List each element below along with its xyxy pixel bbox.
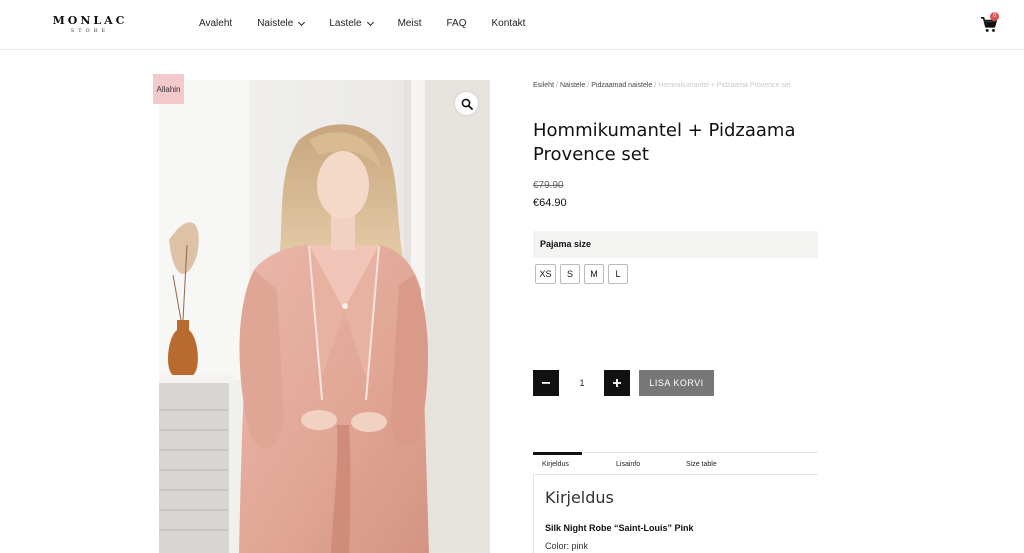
main-nav: Avaleht Naistele Lastele Meist FAQ Konta… (199, 18, 550, 29)
add-to-cart-button[interactable]: LISA KORVI (639, 370, 714, 396)
nav-item-naistele[interactable]: Naistele (257, 18, 306, 29)
sale-badge: Allahin (153, 74, 184, 104)
cart-count-badge: 0 (990, 12, 999, 21)
description-heading: Kirjeldus (545, 488, 614, 507)
nav-item-label: FAQ (446, 18, 467, 29)
chevron-down-icon (298, 18, 306, 26)
site-header: MONLAC STORE Avaleht Naistele Lastele Me… (0, 0, 1024, 50)
nav-item-label: Avaleht (199, 18, 233, 29)
nav-item-label: Meist (397, 18, 422, 29)
breadcrumb-link-pidzaamad[interactable]: Pidzaamad naistele (591, 82, 652, 89)
breadcrumb-link-naistele[interactable]: Naistele (560, 82, 585, 89)
product-image[interactable] (159, 80, 490, 553)
brand-name: MONLAC (52, 14, 128, 27)
tab-kirjeldus[interactable]: Kirjeldus (542, 461, 569, 468)
nav-item-avaleht[interactable]: Avaleht (199, 18, 232, 29)
nav-item-label: Kontakt (491, 18, 526, 29)
quantity-input[interactable] (562, 370, 602, 396)
tab-panel-border (533, 475, 534, 553)
product-photo (159, 80, 490, 553)
nav-item-label: Lastele (329, 18, 362, 29)
breadcrumb-link-home[interactable]: Esileht (533, 82, 554, 89)
quantity-increase-button[interactable] (604, 370, 630, 396)
breadcrumb: Esileht / Naistele / Pidzaamad naistele / Homm… (533, 82, 791, 89)
size-options: XS S M L (535, 264, 632, 284)
nav-item-meist[interactable]: Meist (398, 18, 422, 29)
nav-item-label: Naistele (257, 18, 294, 29)
chevron-down-icon (366, 18, 374, 26)
nav-item-kontakt[interactable]: Kontakt (492, 18, 526, 29)
nav-item-faq[interactable]: FAQ (446, 18, 466, 29)
description-color: Color: pink (545, 541, 589, 551)
sale-price: €64.90 (533, 197, 567, 209)
breadcrumb-current: Hommikumantel + Pidzaama Provence set (658, 82, 791, 89)
description-subheading: Silk Night Robe “Saint-Louis” Pink (545, 523, 694, 533)
attribute-label: Pajama size (540, 239, 592, 249)
brand-logo[interactable]: MONLAC STORE (50, 14, 130, 34)
quantity-decrease-button[interactable] (533, 370, 559, 396)
zoom-button[interactable] (455, 92, 478, 115)
minus-icon (542, 382, 550, 384)
size-option-l[interactable]: L (608, 264, 628, 284)
size-option-s[interactable]: S (560, 264, 580, 284)
tabs-divider-bottom (533, 474, 818, 475)
tab-active-indicator (533, 452, 582, 455)
plus-icon (613, 379, 621, 387)
nav-item-lastele[interactable]: Lastele (329, 18, 374, 29)
tab-lisainfo[interactable]: Lisainfo (616, 461, 640, 468)
tab-size-table[interactable]: Size table (686, 461, 717, 468)
old-price: €79.90 (533, 180, 564, 191)
size-option-m[interactable]: M (584, 264, 604, 284)
brand-tagline: STORE (70, 28, 110, 34)
product-title: Hommikumantel + Pidzaama Provence set (533, 120, 796, 165)
size-option-xs[interactable]: XS (535, 264, 556, 284)
magnifier-icon (461, 98, 473, 110)
